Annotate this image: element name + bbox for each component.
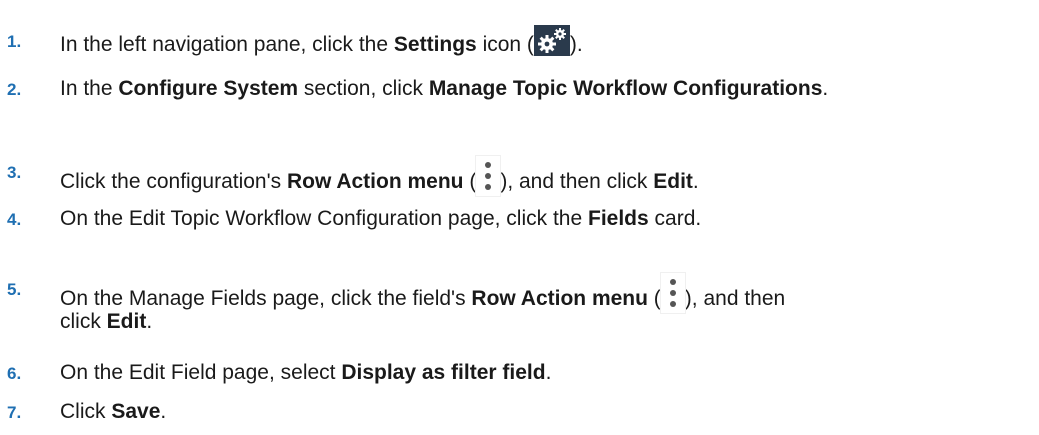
step-number: 4. — [7, 210, 22, 229]
manage-topic-workflow-label: Manage Topic Workflow Configurations — [428, 77, 823, 100]
display-as-filter-field-label: Display as filter field — [341, 361, 546, 384]
configure-system-label: Configure System — [118, 77, 299, 100]
kebab-menu-icon — [660, 273, 685, 313]
row-action-menu-label: Row Action menu — [471, 287, 648, 310]
step-text: In the Configure System section, click M… — [60, 77, 829, 100]
settings-label: Settings — [393, 33, 477, 56]
step-number: 7. — [7, 403, 22, 422]
save-label: Save — [111, 400, 161, 423]
step-number: 5. — [7, 280, 22, 299]
edit-label: Edit — [653, 170, 693, 193]
step-text: On the Edit Field page, select Display a… — [60, 361, 552, 384]
step-number: 3. — [7, 163, 22, 182]
step-text-continued: click Edit. — [60, 310, 153, 333]
step-text: On the Edit Topic Workflow Configuration… — [60, 207, 702, 230]
gear-icon — [533, 25, 570, 56]
step-text: On the Manage Fields page, click the fie… — [60, 273, 785, 313]
step-text: Click the configuration's Row Action men… — [60, 156, 699, 196]
step-number: 6. — [7, 364, 22, 383]
step-number: 2. — [7, 80, 22, 99]
step-text: In the left navigation pane, click the S… — [60, 25, 583, 59]
step-text: Click Save. — [60, 400, 167, 423]
kebab-menu-icon — [476, 156, 501, 196]
row-action-menu-label: Row Action menu — [286, 170, 464, 193]
procedure-steps: 1. In the left navigation pane, click th… — [0, 0, 1039, 435]
step-number: 1. — [7, 32, 22, 51]
edit-label: Edit — [106, 310, 147, 333]
fields-label: Fields — [588, 207, 649, 230]
